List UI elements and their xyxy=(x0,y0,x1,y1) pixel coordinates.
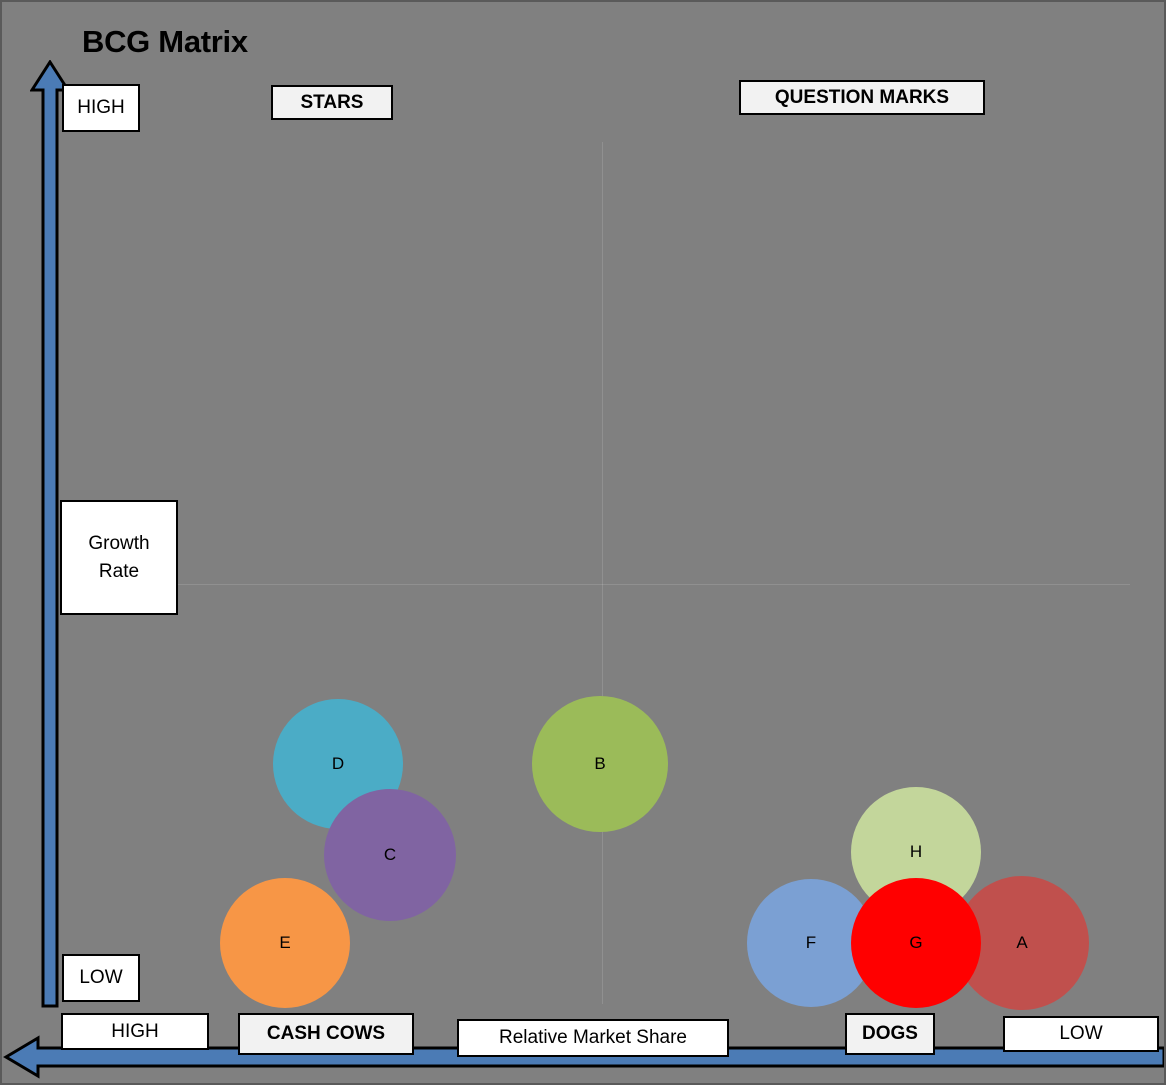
y-axis-title-line2: Rate xyxy=(98,560,140,582)
bubble-b[interactable]: B xyxy=(532,696,668,832)
x-axis-title: Relative Market Share xyxy=(457,1019,729,1057)
quadrant-label-stars: STARS xyxy=(271,85,393,120)
y-axis-high-label: HIGH xyxy=(62,84,140,132)
bubble-c[interactable]: C xyxy=(324,789,456,921)
bubble-label: D xyxy=(331,754,345,773)
x-axis-high-label: HIGH xyxy=(61,1013,209,1050)
quadrant-divider-horizontal xyxy=(90,584,1130,585)
y-axis-low-label: LOW xyxy=(62,954,140,1002)
bubble-g[interactable]: G xyxy=(851,878,981,1008)
x-axis-low-label: LOW xyxy=(1003,1016,1159,1052)
y-axis-title: Growth Rate xyxy=(60,500,178,615)
bubble-e[interactable]: E xyxy=(220,878,350,1008)
bubble-label: H xyxy=(909,842,923,861)
bubble-label: A xyxy=(1016,933,1028,952)
page-title: BCG Matrix xyxy=(82,24,248,59)
bubble-label: F xyxy=(805,933,817,952)
bubble-label: B xyxy=(594,754,606,773)
bubble-label: G xyxy=(909,933,923,952)
bubble-label: C xyxy=(383,845,397,864)
bcg-matrix-canvas: BCG Matrix HIGH LOW Growth Rate STARS QU… xyxy=(0,0,1166,1085)
quadrant-divider-vertical xyxy=(602,142,603,1004)
quadrant-label-dogs: DOGS xyxy=(845,1013,935,1055)
y-axis-title-line1: Growth xyxy=(88,532,150,554)
quadrant-label-question-marks: QUESTION MARKS xyxy=(739,80,985,115)
quadrant-label-cash-cows: CASH COWS xyxy=(238,1013,414,1055)
bubble-label: E xyxy=(279,933,291,952)
